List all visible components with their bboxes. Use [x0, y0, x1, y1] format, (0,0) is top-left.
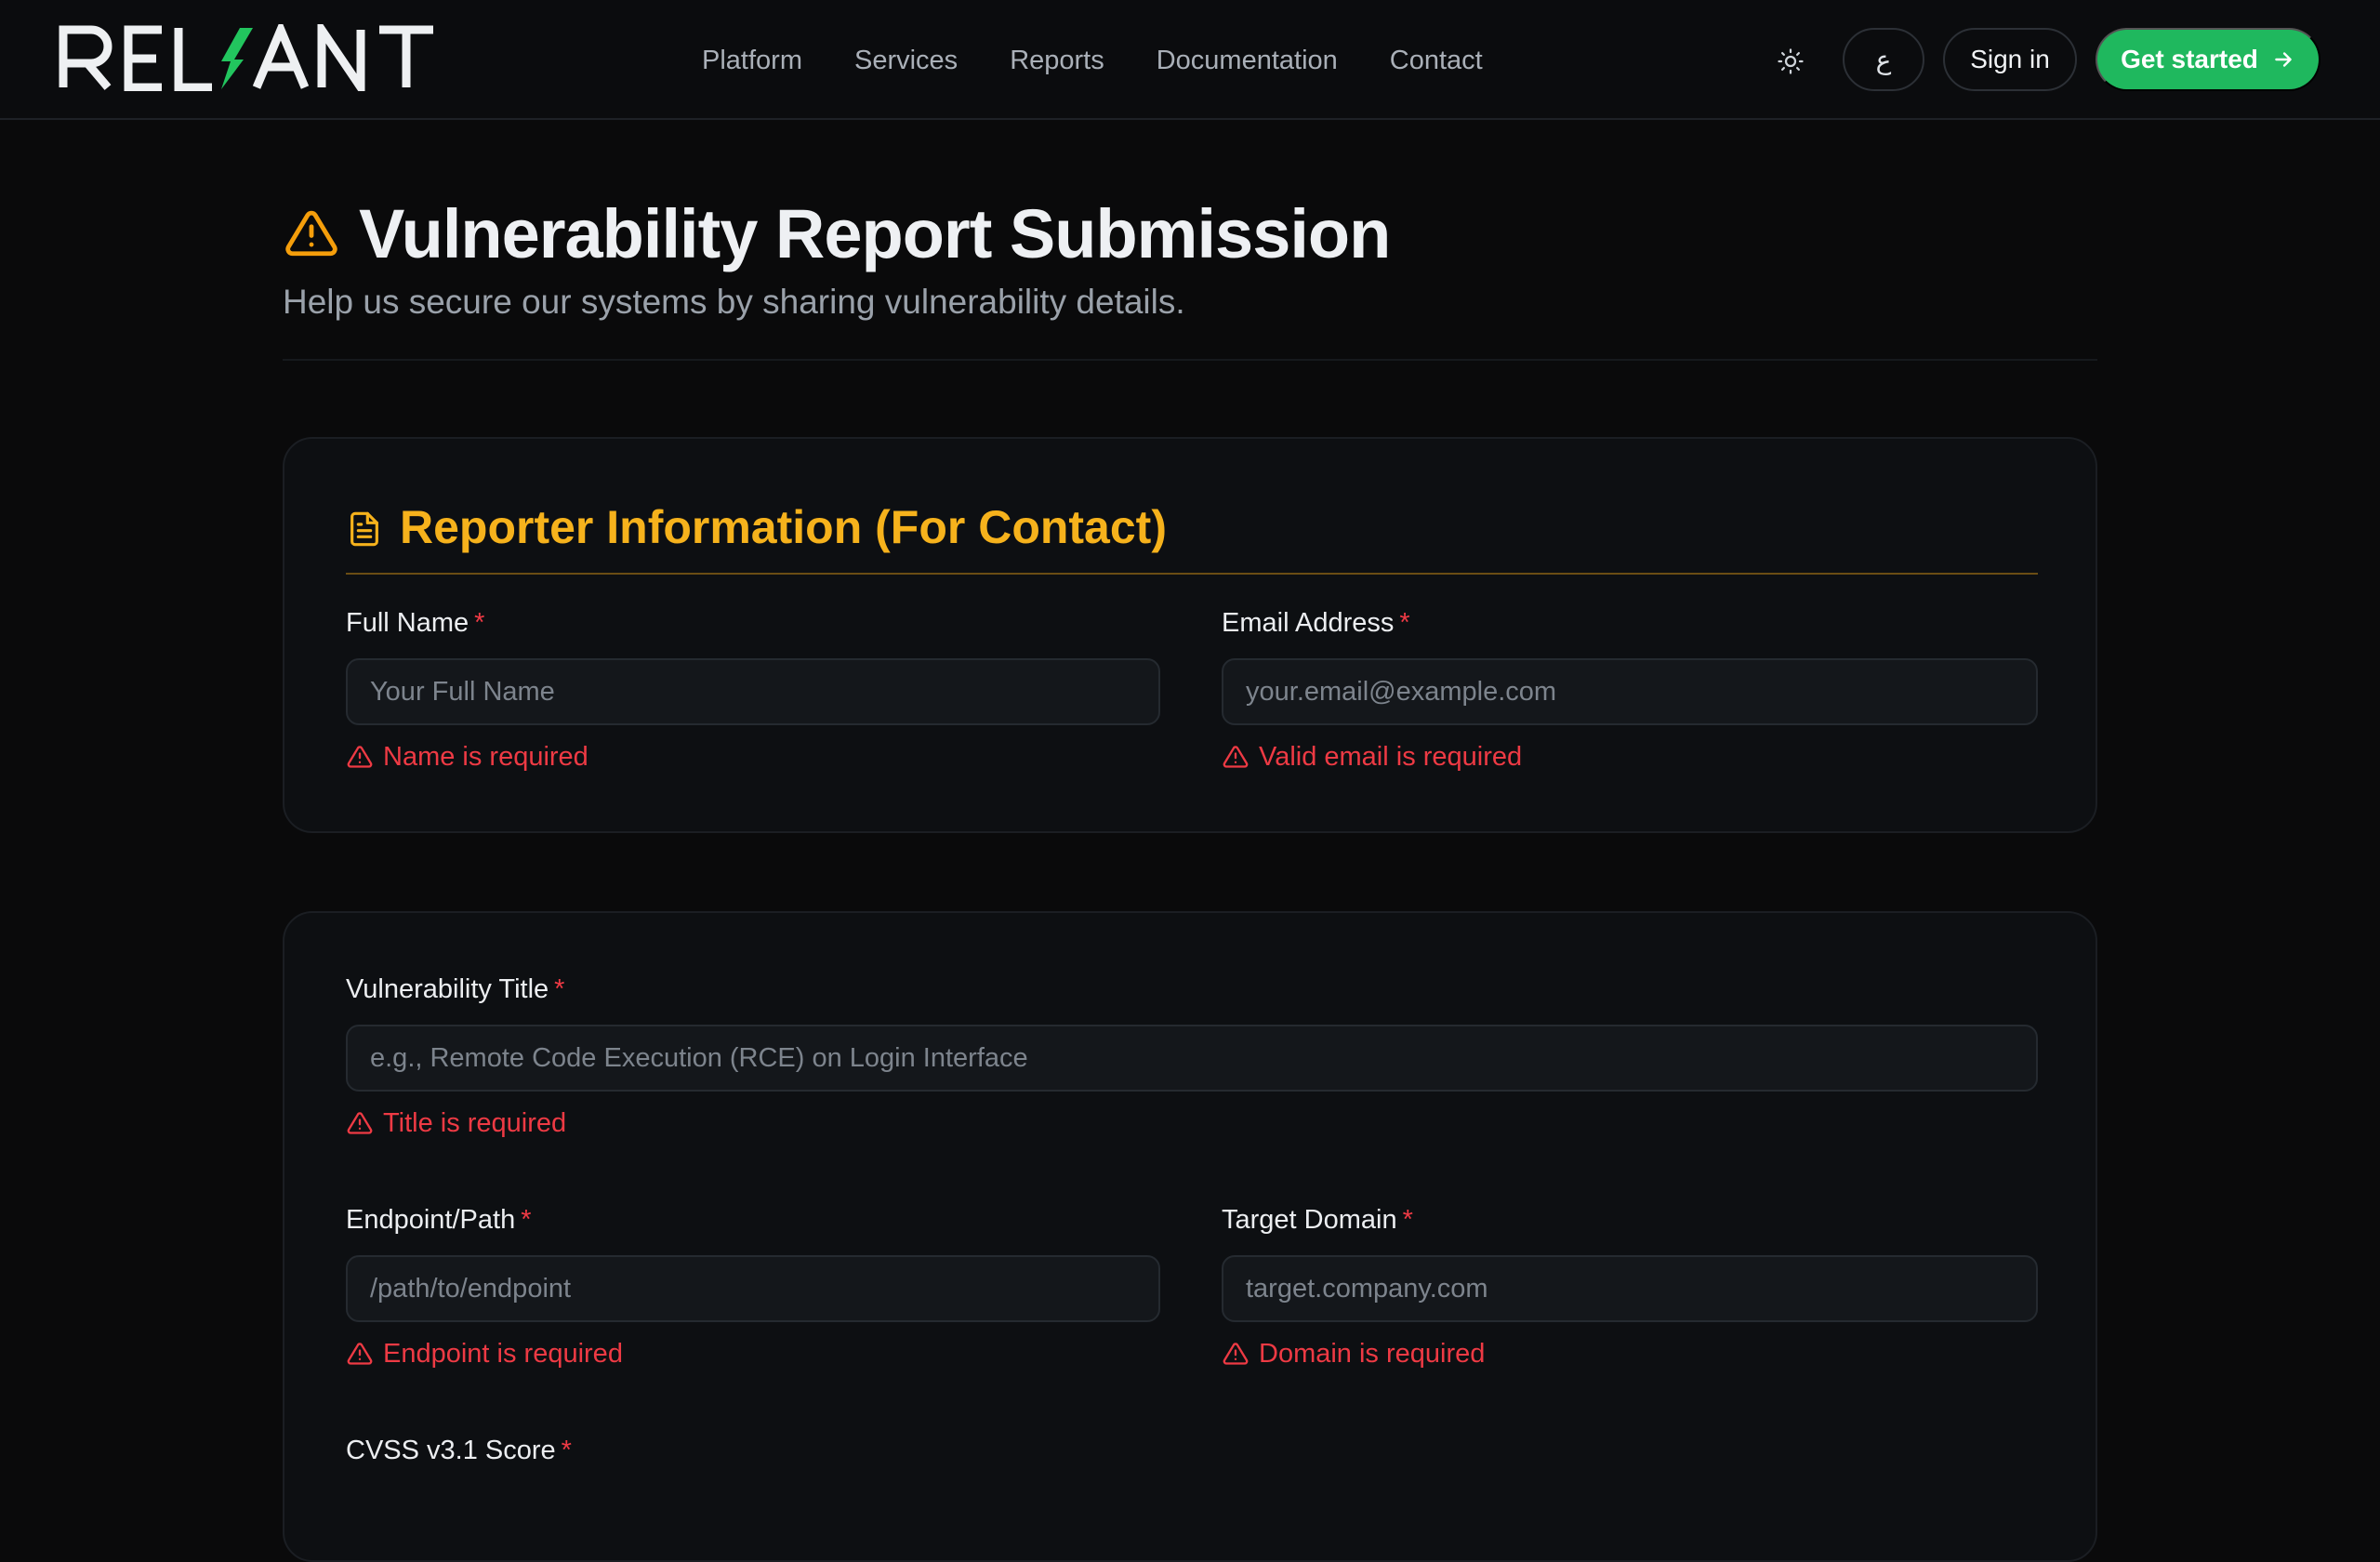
- cvss-score-label: CVSS v3.1 Score *: [346, 1436, 572, 1465]
- nav-link-reports[interactable]: Reports: [1010, 37, 1104, 84]
- reporter-section-header: Reporter Information (For Contact): [346, 498, 2038, 575]
- error-triangle-icon: [1223, 746, 1249, 768]
- error-triangle-icon: [1223, 1343, 1249, 1365]
- document-icon: [350, 511, 378, 547]
- endpoint-field: Endpoint/Path* Endpoint is required: [346, 1203, 1160, 1370]
- nav-link-platform[interactable]: Platform: [702, 37, 802, 84]
- get-started-label: Get started: [2121, 45, 2258, 73]
- full-name-input[interactable]: [346, 658, 1160, 725]
- full-name-label: Full Name *: [346, 608, 485, 638]
- page-subtitle: Help us secure our systems by sharing vu…: [283, 283, 1185, 321]
- full-name-field: Full Name* Name is required: [346, 606, 1160, 774]
- arrow-right-icon: [2275, 52, 2292, 67]
- reporter-section-title: Reporter Information (For Contact): [400, 501, 1167, 553]
- nav-link-services[interactable]: Services: [854, 37, 958, 84]
- logo-mark: [59, 24, 433, 91]
- error-triangle-icon: [347, 746, 373, 768]
- reliant-logo[interactable]: [58, 24, 448, 91]
- vuln-title-field: Vulnerability Title* Title is required: [346, 973, 2038, 1140]
- vulnerability-details-card: Vulnerability Title* Title is required E…: [283, 911, 2097, 1562]
- header-divider: [283, 359, 2097, 361]
- endpoint-input[interactable]: [346, 1255, 1160, 1322]
- cvss-score-field: CVSS v3.1 Score *: [346, 1434, 1160, 1467]
- target-domain-input[interactable]: [1222, 1255, 2038, 1322]
- endpoint-error: Endpoint is required: [346, 1337, 1160, 1370]
- target-domain-error: Domain is required: [1222, 1337, 2038, 1370]
- sun-icon: [1778, 48, 1804, 74]
- page-header: Vulnerability Report Submission Help us …: [283, 192, 2097, 322]
- top-navbar: Platform Services Reports Documentation …: [0, 0, 2380, 120]
- nav-link-contact[interactable]: Contact: [1390, 37, 1483, 84]
- page-title: Vulnerability Report Submission: [359, 194, 1391, 272]
- language-toggle-button[interactable]: ع: [1843, 28, 1924, 91]
- email-error: Valid email is required: [1222, 740, 2038, 774]
- vuln-title-error: Title is required: [346, 1106, 2038, 1140]
- get-started-button[interactable]: Get started: [2096, 28, 2320, 91]
- reporter-info-card: Reporter Information (For Contact) Full …: [283, 437, 2097, 833]
- warning-triangle-icon: [285, 210, 337, 257]
- error-triangle-icon: [347, 1343, 373, 1365]
- email-field: Email Address* Valid email is required: [1222, 606, 2038, 774]
- endpoint-label: Endpoint/Path *: [346, 1205, 532, 1235]
- theme-toggle-button[interactable]: [1772, 43, 1809, 80]
- sign-in-button[interactable]: Sign in: [1943, 28, 2077, 91]
- vuln-title-input[interactable]: [346, 1025, 2038, 1092]
- vuln-title-label: Vulnerability Title *: [346, 974, 565, 1004]
- error-triangle-icon: [347, 1112, 373, 1134]
- target-domain-label: Target Domain *: [1222, 1205, 1413, 1235]
- primary-nav: Platform Services Reports Documentation …: [702, 37, 1483, 84]
- email-label: Email Address *: [1222, 608, 1410, 638]
- nav-link-documentation[interactable]: Documentation: [1157, 37, 1338, 84]
- email-input[interactable]: [1222, 658, 2038, 725]
- full-name-error: Name is required: [346, 740, 1160, 774]
- target-domain-field: Target Domain* Domain is required: [1222, 1203, 2038, 1370]
